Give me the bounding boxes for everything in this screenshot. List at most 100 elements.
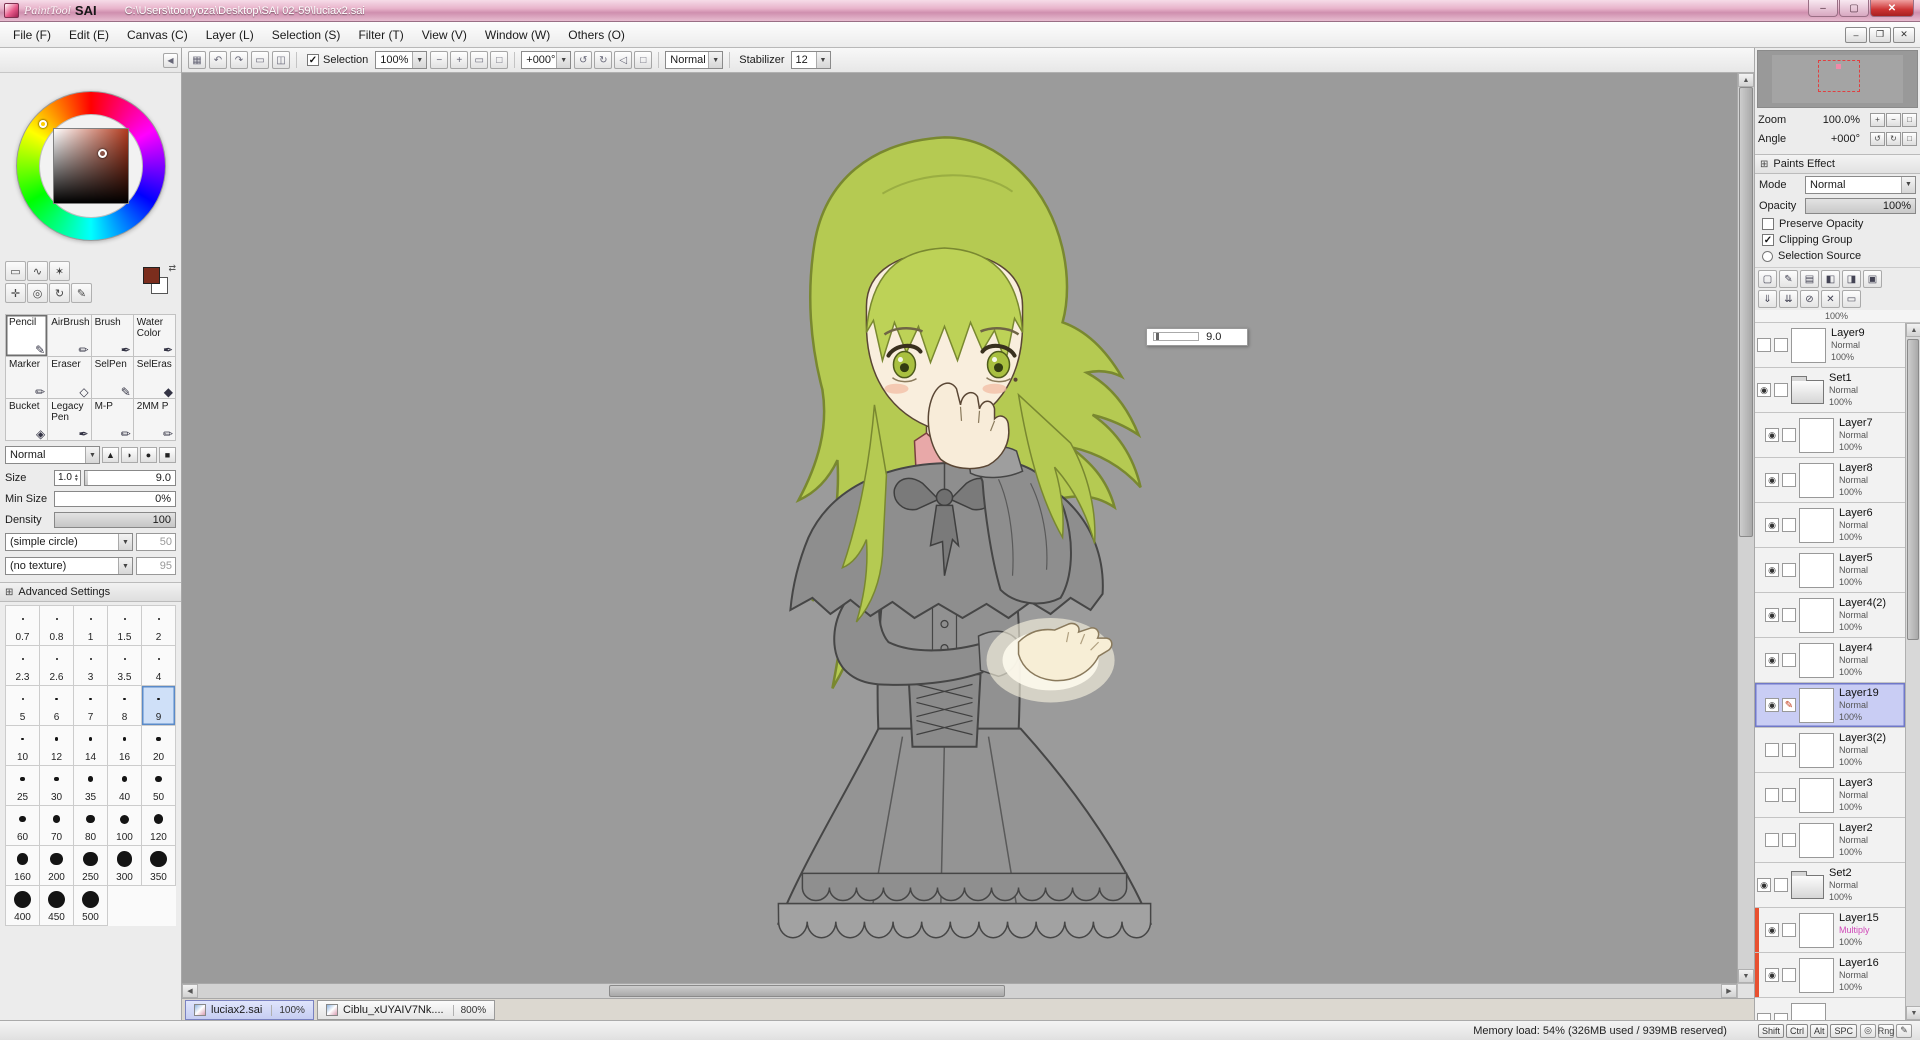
brush-size-200[interactable]: 200 bbox=[40, 846, 74, 886]
redo-button[interactable]: ↷ bbox=[230, 51, 248, 69]
nav-rotate-ccw-button[interactable]: ↺ bbox=[1870, 131, 1885, 146]
transfer-down-button[interactable]: ⇓ bbox=[1758, 290, 1777, 308]
foreground-color-swatch[interactable] bbox=[143, 267, 160, 284]
tool-water-color[interactable]: Water Color ✒ bbox=[133, 315, 176, 357]
layers-scrollbar[interactable]: ▲ ▼ bbox=[1905, 323, 1920, 1020]
menu-view[interactable]: View (V) bbox=[413, 23, 476, 47]
brush-size-9[interactable]: 9 bbox=[142, 686, 176, 726]
rotate-ccw-button[interactable]: ↺ bbox=[574, 51, 593, 69]
magic-wand-tool[interactable]: ✶ bbox=[49, 261, 70, 281]
paint-mode-select[interactable]: Normal ▼ bbox=[665, 51, 724, 69]
collapse-panel-button[interactable]: ◀ bbox=[163, 52, 178, 68]
min-size-slider[interactable]: 0% bbox=[54, 490, 176, 507]
swap-colors-icon[interactable]: ⇄ bbox=[168, 263, 176, 274]
layer-visibility-toggle[interactable]: ◉ bbox=[1765, 473, 1779, 487]
tool-marker[interactable]: Marker ✏ bbox=[6, 357, 49, 399]
brush-size-50[interactable]: 50 bbox=[142, 766, 176, 806]
layer-row-layer2[interactable]: Layer2 Normal 100% bbox=[1755, 818, 1905, 863]
deselect-button[interactable]: ▭ bbox=[251, 51, 269, 69]
layer-mode-select[interactable]: Normal ▼ bbox=[1805, 175, 1916, 194]
selection-checkbox[interactable]: ✓ Selection bbox=[307, 54, 368, 66]
layers-scroll-thumb[interactable] bbox=[1907, 339, 1919, 641]
brush-tip-shape-1-icon[interactable]: ▲ bbox=[102, 447, 119, 463]
layer-visibility-toggle[interactable]: ◉ bbox=[1765, 968, 1779, 982]
brush-size-350[interactable]: 350 bbox=[142, 846, 176, 886]
brush-size-40[interactable]: 40 bbox=[108, 766, 142, 806]
menu-filter[interactable]: Filter (T) bbox=[349, 23, 412, 47]
brush-size-500[interactable]: 500 bbox=[74, 886, 108, 926]
zoom-tool[interactable]: ◎ bbox=[27, 283, 48, 303]
layer-row-layer16[interactable]: ◉ Layer16 Normal 100% bbox=[1755, 953, 1905, 998]
canvas-viewport[interactable]: 9.0 bbox=[182, 73, 1737, 983]
new-layer-set-button[interactable]: ▤ bbox=[1800, 270, 1819, 288]
brush-size-0-8[interactable]: 0.8 bbox=[40, 606, 74, 646]
layer-row-layer15[interactable]: ◉ Layer15 Multiply 100% bbox=[1755, 908, 1905, 953]
canvas-vertical-scrollbar[interactable]: ▲ ▼ bbox=[1737, 73, 1754, 983]
zoom-reset-button[interactable]: □ bbox=[490, 51, 509, 69]
menu-selection[interactable]: Selection (S) bbox=[263, 23, 350, 47]
layers-scroll-up-button[interactable]: ▲ bbox=[1906, 323, 1920, 337]
window-maximize-button[interactable]: ▢ bbox=[1839, 0, 1869, 17]
layer-visibility-toggle[interactable]: ◉ bbox=[1757, 383, 1771, 397]
layer-row-partial-bottom[interactable] bbox=[1755, 998, 1905, 1020]
lock-layer-button[interactable]: ▭ bbox=[1842, 290, 1861, 308]
menu-window[interactable]: Window (W) bbox=[476, 23, 559, 47]
edge-hardness-field[interactable]: 50 bbox=[136, 533, 176, 551]
layer-row-layer4[interactable]: ◉ Layer4 Normal 100% bbox=[1755, 638, 1905, 683]
brush-size-400[interactable]: 400 bbox=[6, 886, 40, 926]
menu-canvas[interactable]: Canvas (C) bbox=[118, 23, 197, 47]
layer-row-layer19[interactable]: ◉ ✎ Layer19 Normal 100% bbox=[1755, 683, 1905, 728]
layer-visibility-toggle[interactable] bbox=[1757, 1013, 1771, 1020]
brush-size-20[interactable]: 20 bbox=[142, 726, 176, 766]
brush-size-70[interactable]: 70 bbox=[40, 806, 74, 846]
menu-file[interactable]: File (F) bbox=[4, 23, 60, 47]
window-close-button[interactable]: ✕ bbox=[1870, 0, 1914, 17]
tool-legacy-pen[interactable]: Legacy Pen ✒ bbox=[48, 399, 92, 441]
tool-bucket[interactable]: Bucket ◈ bbox=[6, 399, 49, 441]
brush-size-16[interactable]: 16 bbox=[108, 726, 142, 766]
sv-cursor[interactable] bbox=[97, 149, 107, 158]
menu-others[interactable]: Others (O) bbox=[559, 23, 634, 47]
layer-row-layer9[interactable]: Layer9 Normal 100% bbox=[1755, 323, 1905, 368]
clipping-group-row[interactable]: ✓ Clipping Group bbox=[1755, 232, 1920, 248]
brush-size-3[interactable]: 3 bbox=[74, 646, 108, 686]
brush-size-30[interactable]: 30 bbox=[40, 766, 74, 806]
preserve-opacity-checkbox[interactable] bbox=[1762, 218, 1774, 230]
layers-scroll-down-button[interactable]: ▼ bbox=[1906, 1006, 1920, 1020]
new-layer-button[interactable]: ▢ bbox=[1758, 270, 1777, 288]
layer-row-layer6[interactable]: ◉ Layer6 Normal 100% bbox=[1755, 503, 1905, 548]
density-slider[interactable]: 100 bbox=[54, 511, 176, 528]
canvas-zoom-select[interactable]: 100% ▼ bbox=[375, 51, 428, 69]
brush-size-160[interactable]: 160 bbox=[6, 846, 40, 886]
canvas-artwork[interactable] bbox=[182, 73, 1737, 983]
nav-zoom-out-button[interactable]: − bbox=[1886, 112, 1901, 127]
brush-size-2-6[interactable]: 2.6 bbox=[40, 646, 74, 686]
brush-size-35[interactable]: 35 bbox=[74, 766, 108, 806]
brush-tip-shape-3-icon[interactable]: ● bbox=[140, 447, 157, 463]
layer-row-layer3[interactable]: Layer3 Normal 100% bbox=[1755, 773, 1905, 818]
size-slider[interactable]: 9.0 bbox=[83, 469, 176, 486]
tool-m-p[interactable]: M-P ✏ bbox=[91, 399, 134, 441]
brush-size-8[interactable]: 8 bbox=[108, 686, 142, 726]
document-tab-luciax2-sai[interactable]: luciax2.sai 100% bbox=[185, 1000, 314, 1020]
scroll-view-button[interactable]: ▦ bbox=[188, 51, 206, 69]
nav-rotate-cw-button[interactable]: ↻ bbox=[1886, 131, 1901, 146]
brush-size-1-5[interactable]: 1.5 bbox=[108, 606, 142, 646]
rotate-cw-button[interactable]: ↻ bbox=[594, 51, 613, 69]
invert-selection-button[interactable]: ◫ bbox=[272, 51, 290, 69]
paints-effect-header[interactable]: ⊞ Paints Effect bbox=[1755, 154, 1920, 174]
angle-reset-button[interactable]: □ bbox=[634, 51, 653, 69]
layer-visibility-toggle[interactable]: ◉ bbox=[1765, 608, 1779, 622]
texture-strength-field[interactable]: 95 bbox=[136, 557, 176, 575]
layer-row-layer3-2[interactable]: Layer3(2) Normal 100% bbox=[1755, 728, 1905, 773]
delete-layer-button[interactable]: ✕ bbox=[1821, 290, 1840, 308]
brush-size-0-7[interactable]: 0.7 bbox=[6, 606, 40, 646]
brush-size-7[interactable]: 7 bbox=[74, 686, 108, 726]
brush-size-3-5[interactable]: 3.5 bbox=[108, 646, 142, 686]
layer-visibility-toggle[interactable]: ◉ bbox=[1765, 428, 1779, 442]
brush-size-80[interactable]: 80 bbox=[74, 806, 108, 846]
nav-angle-reset-button[interactable]: □ bbox=[1902, 131, 1917, 146]
brush-size-2[interactable]: 2 bbox=[142, 606, 176, 646]
brush-size-10[interactable]: 10 bbox=[6, 726, 40, 766]
layer-row-partial-top[interactable]: 100% bbox=[1755, 310, 1920, 323]
